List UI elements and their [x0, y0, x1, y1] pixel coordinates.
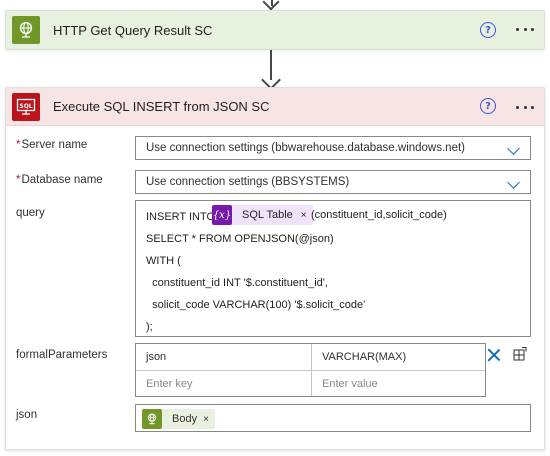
sql-table-token[interactable]: {x} SQL Table ×	[212, 205, 313, 225]
svg-text:SQL: SQL	[19, 103, 32, 110]
param-value-input[interactable]: VARCHAR(MAX)	[312, 344, 486, 370]
http-card-title: HTTP Get Query Result SC	[53, 22, 213, 38]
query-line: solicit_code VARCHAR(100) '$.solicit_cod…	[146, 299, 366, 311]
database-name-label-text: Database name	[21, 174, 103, 186]
database-name-dropdown[interactable]: Use connection settings (BBSYSTEMS)	[135, 170, 531, 194]
more-options-button[interactable]	[513, 97, 537, 117]
sql-card-title: Execute SQL INSERT from JSON SC	[53, 99, 270, 114]
remove-token-icon[interactable]: ×	[301, 210, 307, 221]
formal-parameters-label: formalParameters	[16, 349, 108, 361]
query-line: SELECT * FROM OPENJSON(@json)	[146, 233, 334, 245]
remove-token-icon[interactable]: ×	[203, 414, 209, 425]
more-options-button[interactable]	[513, 19, 537, 39]
new-value-input[interactable]: Enter value	[312, 371, 486, 397]
variable-icon: {x}	[212, 205, 232, 225]
database-name-label: *Database name	[16, 174, 103, 186]
query-label: query	[16, 207, 45, 219]
sql-table-token-label: SQL Table	[242, 209, 293, 221]
query-line: constituent_id INT '$.constituent_id',	[146, 277, 328, 289]
json-input[interactable]: Body ×	[135, 404, 531, 432]
server-name-label: *Server name	[16, 139, 87, 151]
top-connector-arrowhead	[262, 0, 280, 11]
body-token-label: Body	[172, 413, 198, 425]
server-name-dropdown[interactable]: Use connection settings (bbwarehouse.dat…	[135, 136, 531, 160]
help-icon[interactable]: ?	[480, 22, 496, 38]
query-line-1-suffix: (constituent_id,solicit_code)	[311, 209, 447, 221]
formal-parameters-table: json VARCHAR(MAX) Enter key Enter value	[135, 343, 486, 397]
query-editor[interactable]: INSERT INTO {x} SQL Table × (constituent…	[135, 200, 531, 337]
query-line: WITH (	[146, 255, 181, 267]
new-key-input[interactable]: Enter key	[136, 371, 311, 397]
globe-icon	[142, 409, 162, 429]
chevron-down-icon[interactable]	[507, 142, 520, 155]
chevron-down-icon[interactable]	[507, 176, 520, 189]
sql-action-card: SQL Execute SQL INSERT from JSON SC ? *S…	[5, 87, 545, 450]
sql-card-header[interactable]: SQL Execute SQL INSERT from JSON SC ?	[6, 88, 544, 126]
server-name-label-text: Server name	[21, 139, 88, 151]
http-action-card[interactable]: HTTP Get Query Result SC ?	[5, 10, 545, 50]
query-line-1-prefix: INSERT INTO	[146, 211, 216, 223]
delete-row-icon[interactable]	[487, 348, 501, 362]
json-label: json	[16, 409, 38, 421]
required-asterisk: *	[16, 174, 21, 186]
database-name-value: Use connection settings (BBSYSTEMS)	[146, 176, 350, 188]
body-token[interactable]: Body ×	[142, 409, 215, 429]
required-asterisk: *	[16, 139, 21, 151]
query-line: );	[146, 321, 153, 333]
param-key-input[interactable]: json	[136, 344, 311, 370]
server-name-value: Use connection settings (bbwarehouse.dat…	[146, 142, 465, 154]
switch-to-text-mode-icon[interactable]	[513, 347, 527, 361]
help-icon[interactable]: ?	[480, 98, 496, 114]
globe-icon	[12, 16, 40, 44]
sql-icon: SQL	[12, 93, 40, 121]
